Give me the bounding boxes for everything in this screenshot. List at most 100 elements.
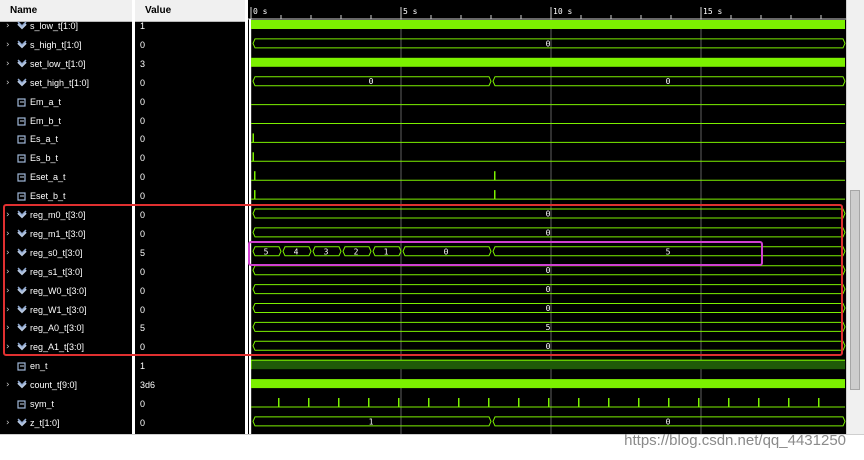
waveform-viewer: Name › s_low_t[1:0] › s_high_t[1:0] › set_low… bbox=[0, 0, 864, 460]
bus-segment-value: 0 bbox=[546, 266, 551, 275]
signal-row[interactable]: sym_t bbox=[0, 395, 132, 414]
bus-segment-value: 0 bbox=[546, 39, 551, 48]
signal-name: Es_b_t bbox=[30, 153, 59, 164]
expand-chevron-icon[interactable]: › bbox=[6, 59, 10, 69]
expand-chevron-icon[interactable]: › bbox=[6, 21, 10, 31]
signal-pulse bbox=[252, 152, 254, 162]
signal-value: 0 bbox=[140, 134, 146, 145]
signal-value: 5 bbox=[140, 247, 146, 258]
bus-segment-value: 0 bbox=[369, 77, 374, 86]
signal-row[interactable]: › s_high_t[1:0] bbox=[0, 36, 132, 55]
signal-pulse bbox=[494, 190, 496, 200]
signal-row[interactable]: › reg_m1_t[3:0] bbox=[0, 225, 132, 244]
signal-row[interactable]: Em_a_t bbox=[0, 93, 132, 112]
signal-name: reg_W0_t[3:0] bbox=[30, 285, 87, 296]
signal-name: Eset_a_t bbox=[30, 172, 66, 183]
signal-row[interactable]: › z_t[1:0] bbox=[0, 414, 132, 433]
expand-chevron-icon[interactable]: › bbox=[6, 305, 10, 315]
signal-name: Em_a_t bbox=[30, 96, 62, 107]
value-column-header[interactable]: Value bbox=[135, 0, 245, 22]
expand-chevron-icon[interactable]: › bbox=[6, 286, 10, 296]
signal-name: reg_A0_t[3:0] bbox=[30, 323, 85, 334]
signal-value: 0 bbox=[140, 96, 146, 107]
bus-segment-value: 0 bbox=[546, 342, 551, 351]
bit-signal-icon bbox=[17, 154, 26, 163]
signal-row[interactable]: en_t bbox=[0, 357, 132, 376]
signal-name: reg_m0_t[3:0] bbox=[30, 210, 86, 220]
bus-segment-value: 5 bbox=[264, 247, 269, 256]
ruler-tick-label: 0 s bbox=[253, 7, 268, 16]
bus-signal-icon bbox=[17, 418, 27, 427]
signal-pulse bbox=[728, 398, 730, 407]
signal-pulse bbox=[398, 398, 400, 407]
scrollbar-thumb[interactable] bbox=[850, 190, 860, 390]
signal-row[interactable]: › set_high_t[1:0] bbox=[0, 74, 132, 93]
signal-row[interactable]: Em_b_t bbox=[0, 112, 132, 131]
signal-pulse bbox=[254, 171, 256, 181]
waveform-canvas[interactable]: 0 s5 s 10 s 15 s00 0005 4 3 2 1 0 5000501 0 bbox=[248, 0, 846, 434]
signal-row[interactable]: › count_t[9:0] bbox=[0, 376, 132, 395]
signal-name-panel: Name › s_low_t[1:0] › s_high_t[1:0] › set_low… bbox=[0, 0, 132, 434]
signal-row[interactable]: › reg_A1_t[3:0] bbox=[0, 338, 132, 357]
expand-chevron-icon[interactable]: › bbox=[6, 229, 10, 239]
signal-pulse bbox=[488, 398, 490, 407]
signal-value: 0 bbox=[140, 304, 146, 315]
bus-segment-value: 0 bbox=[546, 210, 551, 219]
signal-value: 1 bbox=[140, 21, 146, 31]
signal-value: 0 bbox=[140, 191, 146, 202]
signal-row[interactable]: › reg_s0_t[3:0] bbox=[0, 244, 132, 263]
signal-name: set_high_t[1:0] bbox=[30, 77, 90, 88]
signal-pulse bbox=[338, 398, 340, 407]
waveform-panel[interactable]: 0 s5 s 10 s 15 s0000054321050005010 bbox=[248, 0, 846, 434]
ruler-tick-label: 10 s bbox=[553, 7, 572, 16]
ruler-tick-label: 5 s bbox=[403, 7, 418, 16]
bus-signal-icon bbox=[17, 78, 27, 87]
signal-value: 0 bbox=[140, 342, 146, 353]
expand-chevron-icon[interactable]: › bbox=[6, 40, 10, 50]
bus-segment-value: 0 bbox=[444, 247, 449, 256]
signal-name: Em_b_t bbox=[30, 115, 62, 126]
signal-pulse bbox=[818, 398, 820, 407]
expand-chevron-icon[interactable]: › bbox=[6, 210, 10, 220]
signal-row[interactable]: Es_b_t bbox=[0, 149, 132, 168]
signal-row[interactable]: › reg_W0_t[3:0] bbox=[0, 282, 132, 301]
expand-chevron-icon[interactable]: › bbox=[6, 380, 10, 390]
signal-name: reg_A1_t[3:0] bbox=[30, 342, 85, 353]
signal-value: 5 bbox=[140, 323, 146, 334]
signal-row[interactable]: › set_low_t[1:0] bbox=[0, 55, 132, 74]
signal-name: s_low_t[1:0] bbox=[30, 21, 79, 31]
bus-segment-value: 0 bbox=[666, 77, 671, 86]
signal-name: Eset_b_t bbox=[30, 191, 66, 202]
signal-row[interactable]: Es_a_t bbox=[0, 130, 132, 149]
bus-segment-value: 3 bbox=[324, 247, 329, 256]
signal-value: 3 bbox=[140, 58, 146, 69]
bus-signal-icon bbox=[17, 248, 27, 257]
signal-name: Es_a_t bbox=[30, 134, 59, 145]
signal-pulse bbox=[518, 398, 520, 407]
signal-row[interactable]: › reg_W1_t[3:0] bbox=[0, 301, 132, 320]
signal-pulse bbox=[278, 398, 280, 407]
signal-row[interactable]: › s_low_t[1:0] bbox=[0, 17, 132, 36]
signal-row[interactable]: › reg_s1_t[3:0] bbox=[0, 263, 132, 282]
vertical-scrollbar[interactable] bbox=[846, 0, 864, 434]
signal-name: reg_s0_t[3:0] bbox=[30, 247, 83, 258]
signal-pulse bbox=[368, 398, 370, 407]
expand-chevron-icon[interactable]: › bbox=[6, 342, 10, 352]
expand-chevron-icon[interactable]: › bbox=[6, 267, 10, 277]
bus-signal-icon bbox=[17, 380, 27, 389]
bus-signal-icon bbox=[17, 21, 27, 30]
signal-row[interactable]: › reg_A0_t[3:0] bbox=[0, 319, 132, 338]
expand-chevron-icon[interactable]: › bbox=[6, 323, 10, 333]
signal-row[interactable]: › reg_m0_t[3:0] bbox=[0, 206, 132, 225]
signal-pulse bbox=[458, 398, 460, 407]
signal-value-panel: Value 1 0 3 0 0 0 0 0 0 0 0 0 5 0 0 0 5 0 1 3d6 0 0 bbox=[135, 0, 245, 434]
signal-row[interactable]: Eset_b_t bbox=[0, 187, 132, 206]
expand-chevron-icon[interactable]: › bbox=[6, 78, 10, 88]
expand-chevron-icon[interactable]: › bbox=[6, 418, 10, 428]
expand-chevron-icon[interactable]: › bbox=[6, 248, 10, 258]
bus-segment-value: 0 bbox=[666, 417, 671, 426]
signal-value: 0 bbox=[140, 39, 146, 50]
bus-signal-icon bbox=[17, 229, 27, 238]
signal-value: 0 bbox=[140, 210, 146, 220]
signal-row[interactable]: Eset_a_t bbox=[0, 168, 132, 187]
